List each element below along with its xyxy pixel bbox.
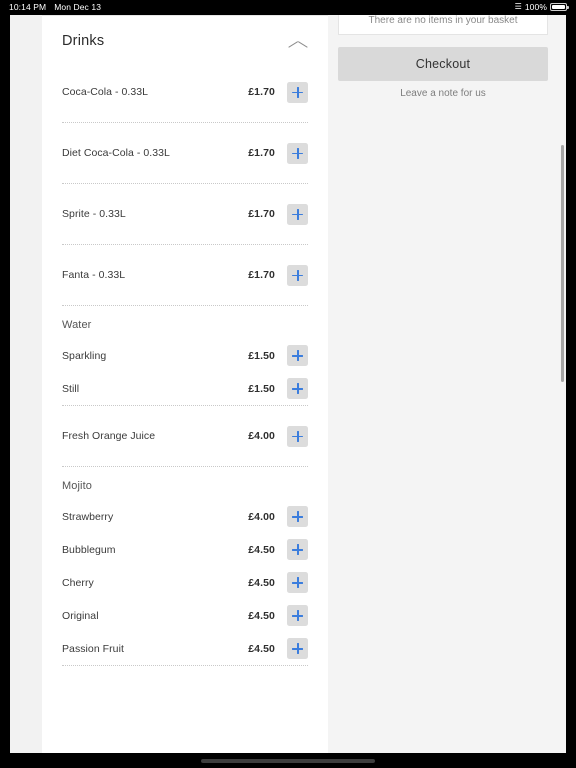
menu-item-price: £4.50 <box>248 543 275 556</box>
add-item-plus-icon-button[interactable] <box>287 378 308 399</box>
home-indicator <box>201 759 375 763</box>
tablet-device-frame: 10:14 PM Mon Dec 13 ☰ 100% Drinks Coca-C… <box>0 0 576 768</box>
menu-item-name: Still <box>62 382 80 395</box>
group-divider <box>62 665 308 666</box>
basket-panel: There are no items in your basket Checko… <box>328 15 566 753</box>
menu-item-price: £1.50 <box>248 349 275 362</box>
menu-item-price: £4.50 <box>248 609 275 622</box>
chevron-up-icon[interactable] <box>288 35 308 47</box>
menu-item-name: Coca-Cola - 0.33L <box>62 86 149 98</box>
add-item-plus-icon-button[interactable] <box>287 142 308 164</box>
add-item-plus-icon-button[interactable] <box>287 203 308 225</box>
menu-item-name: Diet Coca-Cola - 0.33L <box>62 147 170 159</box>
menu-item-row[interactable]: Original £4.50 <box>62 599 308 632</box>
menu-item-name: Bubblegum <box>62 543 116 556</box>
menu-group-label: Water <box>62 319 92 331</box>
menu-item-price: £1.70 <box>248 269 275 281</box>
menu-item-row[interactable]: Diet Coca-Cola - 0.33L £1.70 <box>62 123 308 183</box>
vertical-scrollbar[interactable] <box>561 145 564 382</box>
basket-empty-message: There are no items in your basket <box>368 15 518 26</box>
menu-item-row[interactable]: Sprite - 0.33L £1.70 <box>62 184 308 244</box>
menu-item-row[interactable]: Fanta - 0.33L £1.70 <box>62 245 308 305</box>
drinks-section-card: Drinks Coca-Cola - 0.33L £1.70 Diet Coca-C… <box>42 15 328 753</box>
menu-group: Water Sparkling £1.50 Still £1.50 <box>42 306 328 405</box>
menu-item-price: £4.50 <box>248 642 275 655</box>
menu-item-name: Sparkling <box>62 349 107 362</box>
menu-item-name: Fanta - 0.33L <box>62 269 126 281</box>
leave-note-link[interactable]: Leave a note for us <box>328 88 558 99</box>
menu-item-price: £1.70 <box>248 147 275 159</box>
menu-groups-container: Coca-Cola - 0.33L £1.70 Diet Coca-Cola - 0… <box>42 62 328 666</box>
status-bar-date: Mon Dec 13 <box>54 2 102 12</box>
add-item-plus-icon-button[interactable] <box>287 638 308 659</box>
menu-item-row[interactable]: Still £1.50 <box>62 372 308 405</box>
menu-item-row[interactable]: Passion Fruit £4.50 <box>62 632 308 665</box>
menu-item-row[interactable]: Strawberry £4.00 <box>62 500 308 533</box>
menu-item-name: Passion Fruit <box>62 642 124 655</box>
drinks-section-header[interactable]: Drinks <box>42 16 328 62</box>
menu-item-row[interactable]: Cherry £4.50 <box>62 566 308 599</box>
status-bar-time: 10:14 PM <box>9 2 47 12</box>
menu-item-price: £4.00 <box>248 430 275 442</box>
add-item-plus-icon-button[interactable] <box>287 539 308 560</box>
menu-group: Mojito Strawberry £4.00 Bubblegum £4.50 Cherr… <box>42 467 328 665</box>
status-bar-right: ☰ 100% <box>514 1 569 12</box>
menu-item-price: £4.00 <box>248 510 275 523</box>
battery-fill <box>552 5 565 9</box>
add-item-plus-icon-button[interactable] <box>287 81 308 103</box>
menu-item-row[interactable]: Fresh Orange Juice £4.00 <box>62 406 308 466</box>
menu-item-name: Sprite - 0.33L <box>62 208 126 220</box>
menu-item-name: Original <box>62 609 99 622</box>
menu-group-label: Mojito <box>62 480 92 492</box>
menu-item-price: £4.50 <box>248 576 275 589</box>
menu-item-row[interactable]: Coca-Cola - 0.33L £1.70 <box>62 62 308 122</box>
battery-full-icon <box>550 3 569 11</box>
menu-group: Fresh Orange Juice £4.00 <box>42 406 328 466</box>
menu-item-name: Fresh Orange Juice <box>62 430 156 442</box>
menu-item-price: £1.70 <box>248 86 275 98</box>
app-viewport: Drinks Coca-Cola - 0.33L £1.70 Diet Coca-C… <box>10 15 566 753</box>
add-item-plus-icon-button[interactable] <box>287 264 308 286</box>
menu-item-price: £1.50 <box>248 382 275 395</box>
status-bar-left: 10:14 PM Mon Dec 13 <box>9 2 101 12</box>
wifi-icon: ☰ <box>514 1 522 11</box>
add-item-plus-icon-button[interactable] <box>287 572 308 593</box>
add-item-plus-icon-button[interactable] <box>287 425 308 447</box>
menu-item-name: Strawberry <box>62 510 114 523</box>
checkout-button-label: Checkout <box>415 57 471 71</box>
add-item-plus-icon-button[interactable] <box>287 506 308 527</box>
page-title: Drinks <box>62 33 105 49</box>
basket-empty-box: There are no items in your basket <box>338 15 548 35</box>
battery-percent-label: 100% <box>524 2 547 12</box>
menu-item-row[interactable]: Sparkling £1.50 <box>62 339 308 372</box>
menu-column: Drinks Coca-Cola - 0.33L £1.70 Diet Coca-C… <box>10 15 328 753</box>
add-item-plus-icon-button[interactable] <box>287 605 308 626</box>
menu-item-row[interactable]: Bubblegum £4.50 <box>62 533 308 566</box>
add-item-plus-icon-button[interactable] <box>287 345 308 366</box>
checkout-button[interactable]: Checkout <box>338 47 548 81</box>
status-bar: 10:14 PM Mon Dec 13 ☰ 100% <box>0 0 576 14</box>
menu-group: Coca-Cola - 0.33L £1.70 Diet Coca-Cola - 0… <box>42 62 328 305</box>
menu-item-price: £1.70 <box>248 208 275 220</box>
menu-item-name: Cherry <box>62 576 94 589</box>
